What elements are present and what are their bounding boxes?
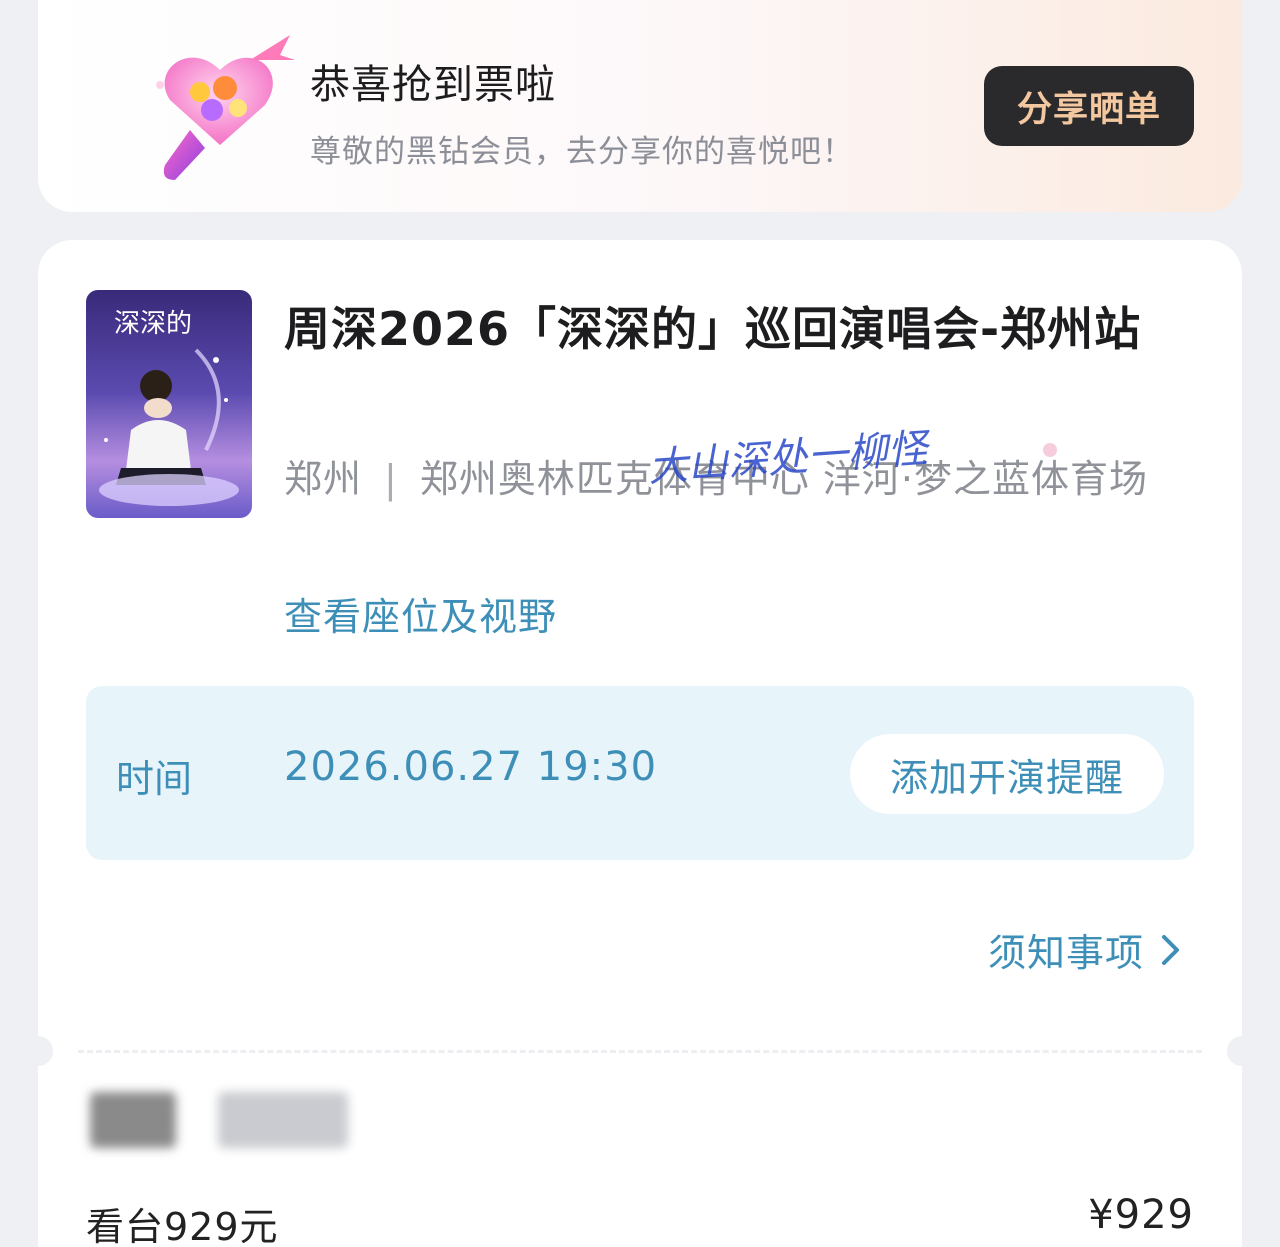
congrats-banner: 恭喜抢到票啦 尊敬的黑钻会员，去分享你的喜悦吧！ 分享晒单 — [38, 0, 1242, 212]
ticket-price-value: ¥929 — [1088, 1192, 1194, 1238]
ticket-notch-right — [1227, 1036, 1257, 1066]
ticket-price-label: 看台929元 — [86, 1205, 279, 1247]
notice-label: 须知事项 — [988, 931, 1145, 975]
chevron-right-icon — [1162, 934, 1180, 965]
event-title: 周深2026「深深的」巡回演唱会-郑州站 — [284, 302, 1142, 356]
notice-link[interactable]: 须知事项 — [988, 922, 1182, 977]
event-venue: 郑州 | 郑州奥林匹克体育中心 洋河·梦之蓝体育场 — [284, 450, 1184, 508]
time-section: 时间 2026.06.27 19:30 添加开演提醒 — [86, 686, 1194, 860]
ticket-notch-left — [23, 1036, 53, 1066]
banner-subtitle: 尊敬的黑钻会员，去分享你的喜悦吧！ — [310, 134, 854, 170]
add-reminder-button[interactable]: 添加开演提醒 — [850, 734, 1164, 814]
ticket-divider — [78, 1050, 1202, 1053]
poster-title-text: 深深的 — [114, 309, 192, 339]
blurred-info — [218, 1092, 348, 1148]
time-label: 时间 — [116, 757, 193, 801]
share-order-button[interactable]: 分享晒单 — [984, 66, 1194, 146]
light-stick-icon — [130, 30, 310, 190]
blurred-info — [90, 1092, 176, 1148]
venue-separator: | — [384, 457, 398, 501]
time-value: 2026.06.27 19:30 — [284, 744, 658, 790]
banner-title: 恭喜抢到票啦 — [310, 62, 556, 108]
event-venue-name: 郑州奥林匹克体育中心 洋河·梦之蓝体育场 — [419, 457, 1148, 501]
event-poster-image[interactable]: 深深的 — [86, 290, 252, 518]
event-city: 郑州 — [284, 457, 363, 501]
view-seat-link[interactable]: 查看座位及视野 — [284, 586, 557, 641]
ticket-card: 深深的 周深2026「深深的」巡回演唱会-郑州站 郑州 | 郑州奥林匹克体育中心 洋… — [23, 240, 1257, 1247]
